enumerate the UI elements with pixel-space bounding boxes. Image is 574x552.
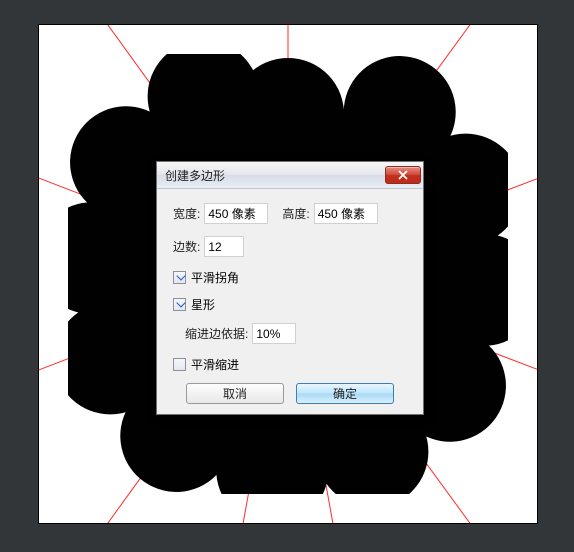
height-label: 高度: [282, 205, 309, 222]
dimensions-row: 宽度: 高度: [173, 203, 407, 224]
star-label: 星形 [191, 296, 215, 313]
dialog-title: 创建多边形 [165, 167, 385, 184]
smooth-indent-checkbox[interactable] [173, 358, 186, 371]
indent-label: 缩进边依据: [185, 325, 248, 342]
sides-row: 边数: [173, 236, 407, 257]
indent-input[interactable] [252, 323, 296, 344]
smooth-corners-checkbox[interactable] [173, 271, 186, 284]
close-button[interactable] [385, 166, 421, 184]
height-input[interactable] [314, 203, 378, 224]
sides-label: 边数: [173, 238, 200, 255]
create-polygon-dialog: 创建多边形 宽度: 高度: 边数: 平滑拐角 星形 缩进边依据: [156, 161, 424, 415]
cancel-button-label: 取消 [223, 385, 247, 402]
ok-button-label: 确定 [333, 385, 357, 402]
dialog-buttons: 取消 确定 [173, 383, 407, 404]
cancel-button[interactable]: 取消 [186, 383, 284, 404]
star-checkbox[interactable] [173, 298, 186, 311]
smooth-corners-row: 平滑拐角 [173, 269, 407, 286]
ok-button[interactable]: 确定 [296, 383, 394, 404]
indent-row: 缩进边依据: [185, 323, 407, 344]
dialog-titlebar[interactable]: 创建多边形 [157, 162, 423, 189]
smooth-indent-row: 平滑缩进 [173, 356, 407, 373]
dialog-body: 宽度: 高度: 边数: 平滑拐角 星形 缩进边依据: 平滑缩进 [157, 189, 423, 414]
close-icon [397, 170, 409, 180]
width-label: 宽度: [173, 205, 200, 222]
smooth-corners-label: 平滑拐角 [191, 269, 239, 286]
smooth-indent-label: 平滑缩进 [191, 356, 239, 373]
width-input[interactable] [204, 203, 268, 224]
star-row: 星形 [173, 296, 407, 313]
sides-input[interactable] [204, 236, 244, 257]
